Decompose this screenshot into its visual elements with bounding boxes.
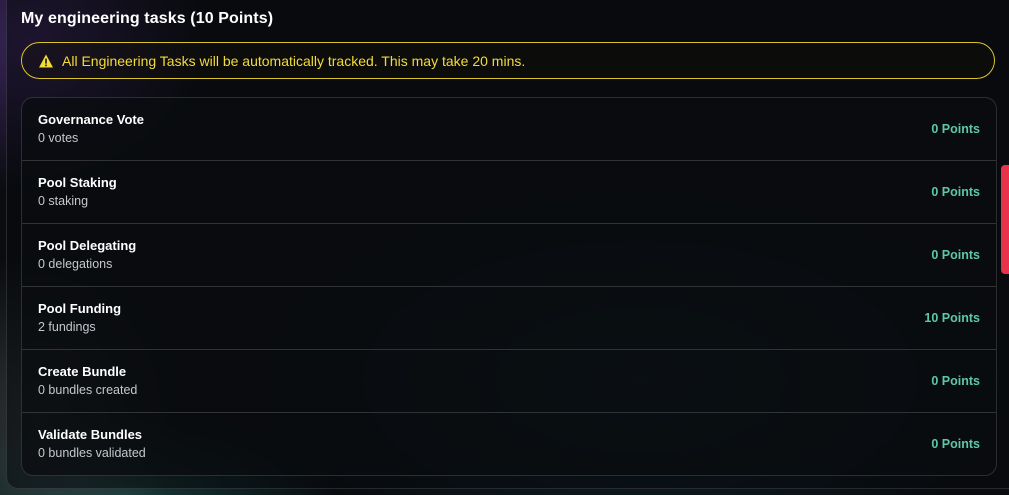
task-detail: 0 delegations	[38, 257, 113, 271]
task-points: 0 Points	[931, 374, 980, 388]
page-background: My engineering tasks (10 Points) All Eng…	[0, 0, 1009, 495]
task-row-pool-delegating: Pool Delegating 0 delegations 0 Points	[22, 224, 996, 287]
tracking-alert: All Engineering Tasks will be automatica…	[21, 42, 995, 79]
task-row-governance-vote: Governance Vote 0 votes 0 Points	[22, 98, 996, 161]
warning-icon	[38, 53, 54, 69]
task-detail: 0 votes	[38, 131, 79, 145]
task-points: 0 Points	[931, 122, 980, 136]
task-name: Validate Bundles	[38, 427, 143, 442]
task-detail: 2 fundings	[38, 320, 96, 334]
task-detail: 0 staking	[38, 194, 89, 208]
section-title: My engineering tasks (10 Points)	[21, 10, 274, 27]
task-row-create-bundle: Create Bundle 0 bundles created 0 Points	[22, 350, 996, 413]
task-points: 0 Points	[931, 248, 980, 262]
scrollbar-thumb[interactable]	[1001, 165, 1009, 274]
task-name: Pool Funding	[38, 301, 122, 316]
task-row-validate-bundles: Validate Bundles 0 bundles validated 0 P…	[22, 413, 996, 475]
task-points: 10 Points	[924, 311, 980, 325]
task-detail: 0 bundles validated	[38, 446, 146, 460]
task-points: 0 Points	[931, 437, 980, 451]
task-points: 0 Points	[931, 185, 980, 199]
task-row-pool-staking: Pool Staking 0 staking 0 Points	[22, 161, 996, 224]
task-detail: 0 bundles created	[38, 383, 138, 397]
task-list: Governance Vote 0 votes 0 Points Pool St…	[21, 97, 997, 476]
task-name: Governance Vote	[38, 112, 144, 127]
task-name: Pool Staking	[38, 175, 117, 190]
task-name: Create Bundle	[38, 364, 127, 379]
task-row-pool-funding: Pool Funding 2 fundings 10 Points	[22, 287, 996, 350]
alert-message: All Engineering Tasks will be automatica…	[62, 52, 526, 69]
task-name: Pool Delegating	[38, 238, 137, 253]
